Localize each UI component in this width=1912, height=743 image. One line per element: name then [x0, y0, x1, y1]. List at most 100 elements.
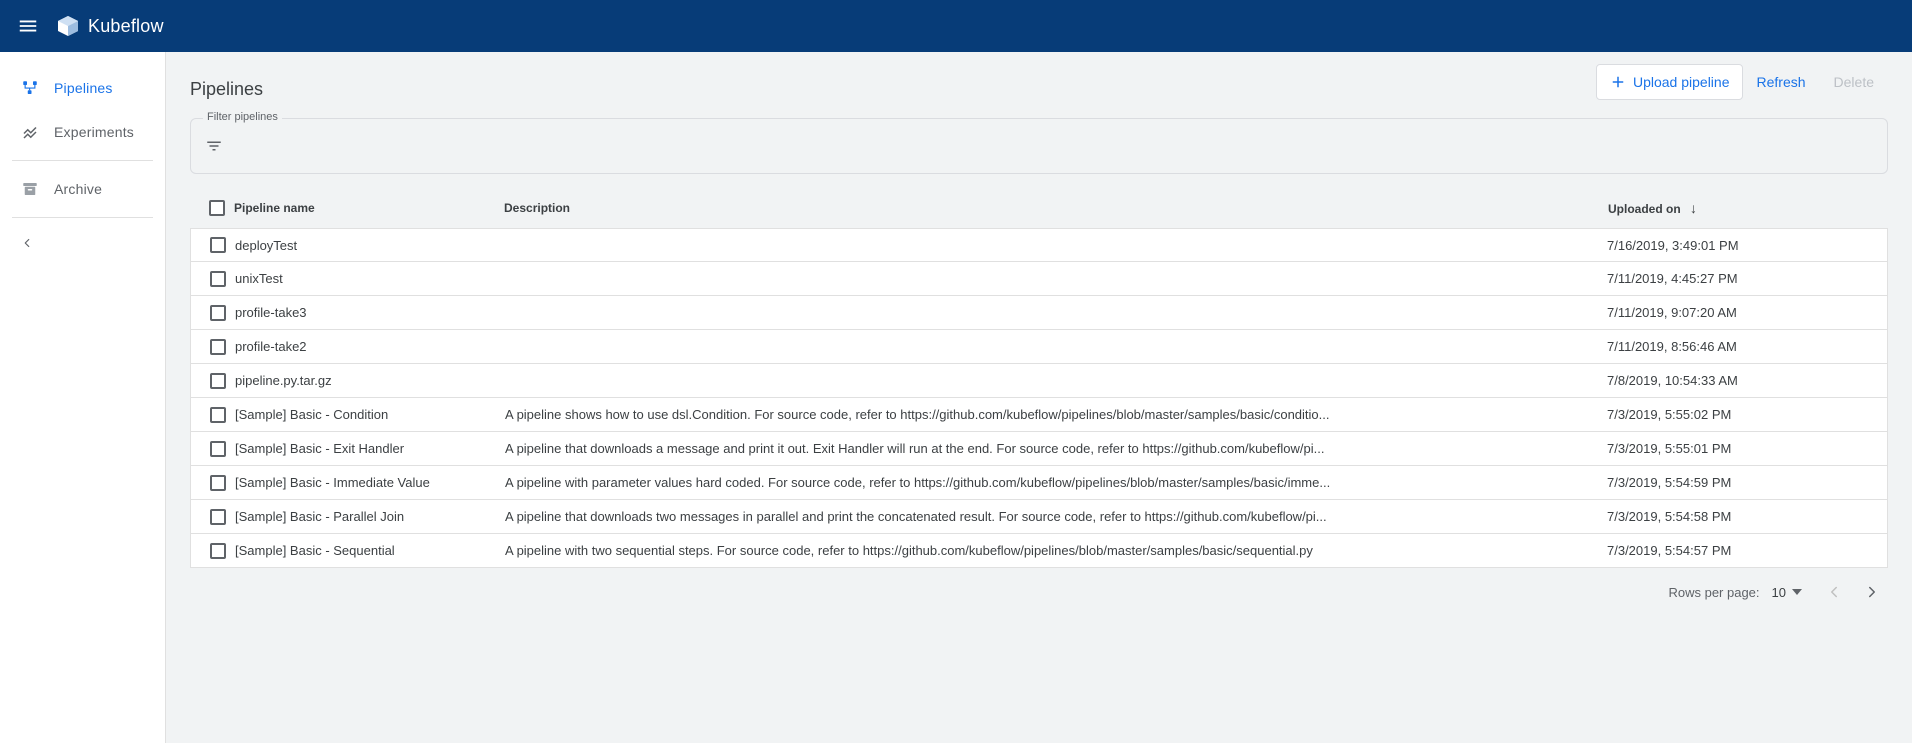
col-header-uploaded[interactable]: Uploaded on ↓: [1608, 200, 1878, 216]
dropdown-caret-icon: [1792, 587, 1802, 597]
table-row[interactable]: [Sample] Basic - Exit HandlerA pipeline …: [190, 432, 1888, 466]
row-select-cell: [201, 237, 235, 253]
row-name: profile-take2: [235, 339, 505, 354]
sidebar-item-label: Archive: [54, 181, 102, 197]
filter-input[interactable]: Filter pipelines: [190, 118, 1888, 174]
row-checkbox[interactable]: [210, 475, 226, 491]
table-row[interactable]: unixTest 7/11/2019, 4:45:27 PM: [190, 262, 1888, 296]
row-name: [Sample] Basic - Immediate Value: [235, 475, 505, 490]
rows-per-page-select[interactable]: 10: [1772, 585, 1802, 600]
brand-label: Kubeflow: [88, 16, 164, 37]
row-name: [Sample] Basic - Condition: [235, 407, 505, 422]
table-row[interactable]: pipeline.py.tar.gz 7/8/2019, 10:54:33 AM: [190, 364, 1888, 398]
row-uploaded: 7/11/2019, 9:07:20 AM: [1607, 305, 1877, 320]
row-description: A pipeline with parameter values hard co…: [505, 475, 1607, 490]
row-select-cell: [201, 373, 235, 389]
upload-pipeline-button[interactable]: Upload pipeline: [1596, 64, 1743, 100]
row-name: [Sample] Basic - Sequential: [235, 543, 505, 558]
delete-label: Delete: [1834, 74, 1874, 90]
sidebar-item-label: Pipelines: [54, 80, 113, 96]
row-select-cell: [201, 543, 235, 559]
row-checkbox[interactable]: [210, 407, 226, 423]
row-uploaded: 7/11/2019, 8:56:46 AM: [1607, 339, 1877, 354]
row-select-cell: [201, 441, 235, 457]
table-row[interactable]: profile-take2 7/11/2019, 8:56:46 AM: [190, 330, 1888, 364]
row-name: profile-take3: [235, 305, 505, 320]
table-row[interactable]: deployTest 7/16/2019, 3:49:01 PM: [190, 228, 1888, 262]
row-description: A pipeline shows how to use dsl.Conditio…: [505, 407, 1607, 422]
row-name: [Sample] Basic - Parallel Join: [235, 509, 505, 524]
row-description: A pipeline with two sequential steps. Fo…: [505, 543, 1607, 558]
rows-per-page-value: 10: [1772, 585, 1786, 600]
next-page-button[interactable]: [1856, 576, 1888, 608]
row-name: deployTest: [235, 238, 505, 253]
row-uploaded: 7/3/2019, 5:54:57 PM: [1607, 543, 1877, 558]
kubeflow-logo-icon: [56, 14, 80, 38]
table-row[interactable]: [Sample] Basic - ConditionA pipeline sho…: [190, 398, 1888, 432]
sort-desc-icon: ↓: [1690, 200, 1697, 216]
row-uploaded: 7/8/2019, 10:54:33 AM: [1607, 373, 1877, 388]
sidebar-item-pipelines[interactable]: Pipelines: [0, 66, 165, 110]
table-footer: Rows per page: 10: [190, 568, 1888, 616]
pipelines-table: Pipeline name Description Uploaded on ↓ …: [190, 188, 1888, 616]
row-uploaded: 7/3/2019, 5:55:01 PM: [1607, 441, 1877, 456]
row-select-cell: [201, 475, 235, 491]
experiments-icon: [20, 122, 40, 142]
row-name: unixTest: [235, 271, 505, 286]
row-checkbox[interactable]: [210, 441, 226, 457]
sidebar-separator: [12, 217, 153, 218]
table-row[interactable]: [Sample] Basic - SequentialA pipeline wi…: [190, 534, 1888, 568]
sidebar-item-archive[interactable]: Archive: [0, 167, 165, 211]
filter-label: Filter pipelines: [203, 111, 282, 123]
sidebar-item-label: Experiments: [54, 124, 134, 140]
row-checkbox[interactable]: [210, 271, 226, 287]
row-checkbox[interactable]: [210, 305, 226, 321]
table-header-row: Pipeline name Description Uploaded on ↓: [190, 188, 1888, 228]
refresh-label: Refresh: [1757, 74, 1806, 90]
filter-list-icon: [205, 137, 223, 155]
chevron-right-icon: [1863, 583, 1881, 601]
refresh-button[interactable]: Refresh: [1743, 64, 1820, 100]
sidebar-collapse-button[interactable]: [0, 224, 165, 262]
rows-per-page-label: Rows per page:: [1668, 585, 1759, 600]
table-row[interactable]: [Sample] Basic - Immediate ValueA pipeli…: [190, 466, 1888, 500]
row-uploaded: 7/3/2019, 5:54:58 PM: [1607, 509, 1877, 524]
col-header-description[interactable]: Description: [504, 201, 1608, 215]
row-select-cell: [201, 509, 235, 525]
page-title: Pipelines: [190, 79, 263, 100]
row-select-cell: [201, 339, 235, 355]
main-content: Pipelines Upload pipeline Refresh Delete…: [166, 52, 1912, 743]
row-checkbox[interactable]: [210, 543, 226, 559]
row-description: A pipeline that downloads two messages i…: [505, 509, 1607, 524]
archive-icon: [20, 179, 40, 199]
table-row[interactable]: profile-take3 7/11/2019, 9:07:20 AM: [190, 296, 1888, 330]
page-header: Pipelines Upload pipeline Refresh Delete: [190, 52, 1888, 112]
plus-icon: [1609, 73, 1627, 91]
row-select-cell: [201, 271, 235, 287]
row-uploaded: 7/3/2019, 5:54:59 PM: [1607, 475, 1877, 490]
row-description: A pipeline that downloads a message and …: [505, 441, 1607, 456]
menu-button[interactable]: [8, 6, 48, 46]
sidebar-separator: [12, 160, 153, 161]
chevron-left-icon: [1825, 583, 1843, 601]
row-checkbox[interactable]: [210, 237, 226, 253]
prev-page-button[interactable]: [1818, 576, 1850, 608]
row-checkbox[interactable]: [210, 509, 226, 525]
row-select-cell: [201, 407, 235, 423]
brand-logo[interactable]: Kubeflow: [56, 14, 164, 38]
row-uploaded: 7/3/2019, 5:55:02 PM: [1607, 407, 1877, 422]
row-name: pipeline.py.tar.gz: [235, 373, 505, 388]
col-header-name[interactable]: Pipeline name: [234, 201, 504, 215]
row-checkbox[interactable]: [210, 373, 226, 389]
delete-button[interactable]: Delete: [1820, 64, 1888, 100]
select-all-cell: [200, 200, 234, 216]
row-uploaded: 7/11/2019, 4:45:27 PM: [1607, 271, 1877, 286]
row-uploaded: 7/16/2019, 3:49:01 PM: [1607, 238, 1877, 253]
sidebar-item-experiments[interactable]: Experiments: [0, 110, 165, 154]
hamburger-icon: [17, 15, 39, 37]
select-all-checkbox[interactable]: [209, 200, 225, 216]
table-row[interactable]: [Sample] Basic - Parallel JoinA pipeline…: [190, 500, 1888, 534]
row-checkbox[interactable]: [210, 339, 226, 355]
chevron-left-icon: [20, 236, 34, 250]
sidebar: Pipelines Experiments Archive: [0, 52, 166, 743]
